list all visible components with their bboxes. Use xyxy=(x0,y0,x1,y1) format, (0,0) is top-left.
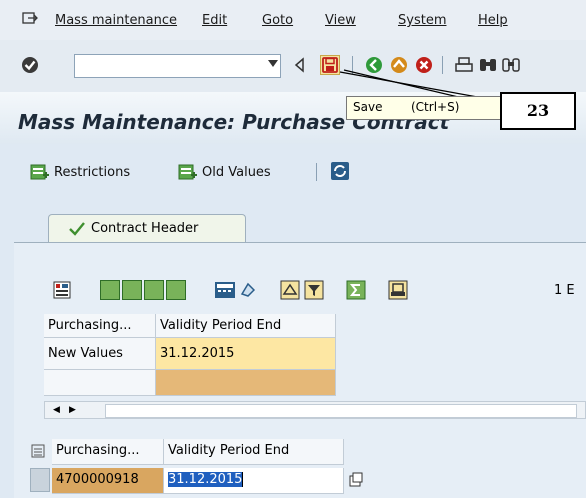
copy-icon[interactable] xyxy=(166,280,186,300)
table2-doc-cell[interactable]: 4700000918 xyxy=(52,468,164,494)
sum-icon[interactable] xyxy=(346,280,366,300)
restrictions-button[interactable]: Restrictions xyxy=(30,162,130,182)
toolbar-separator xyxy=(316,163,317,181)
collapse-arrow-icon[interactable] xyxy=(290,55,310,75)
menu-view[interactable]: View xyxy=(325,13,356,28)
menu-edit[interactable]: Edit xyxy=(202,13,227,28)
command-input[interactable] xyxy=(75,55,263,75)
deselect-all-icon[interactable] xyxy=(122,280,142,300)
horizontal-scrollbar[interactable]: ◀ ▶ xyxy=(44,401,586,419)
scroll-left-icon[interactable]: ◀ xyxy=(53,405,60,415)
callout-number: 23 xyxy=(500,92,576,130)
restrictions-label: Restrictions xyxy=(54,164,131,180)
tab-contract-header[interactable]: Contract Header xyxy=(48,214,246,242)
table1-header-validity[interactable]: Validity Period End xyxy=(156,314,336,338)
row-selector[interactable] xyxy=(30,468,50,492)
scroll-thumb[interactable] xyxy=(105,404,577,418)
table1-row-label: New Values xyxy=(44,338,156,370)
old-values-label: Old Values xyxy=(202,164,271,180)
table-settings-icon[interactable] xyxy=(30,443,48,461)
old-values-icon xyxy=(178,164,197,180)
tab-label: Contract Header xyxy=(91,221,199,236)
scroll-right-icon[interactable]: ▶ xyxy=(69,405,76,415)
table2-header-validity[interactable]: Validity Period End xyxy=(164,439,344,465)
menu-help-label: Help xyxy=(478,13,508,28)
old-values-button[interactable]: Old Values xyxy=(178,162,271,182)
select-block-icon[interactable] xyxy=(144,280,164,300)
menu-mass-maintenance-label: Mass maintenance xyxy=(55,13,178,28)
enter-check-icon[interactable] xyxy=(20,55,40,75)
menu-view-label: View xyxy=(325,13,356,28)
chevron-down-icon[interactable] xyxy=(268,60,278,67)
menu-mass-maintenance[interactable]: Mass maintenance xyxy=(55,13,177,28)
check-icon xyxy=(69,221,85,236)
menu-system-label: System xyxy=(398,13,447,28)
clear-icon[interactable] xyxy=(238,280,258,300)
table1-row-label xyxy=(44,370,156,396)
sort-ascending-icon[interactable] xyxy=(280,280,300,300)
tooltip-shortcut: (Ctrl+S) xyxy=(411,100,460,114)
menu-goto-label: Goto xyxy=(262,13,294,28)
entries-count: 1 E xyxy=(554,283,575,298)
text-cursor xyxy=(242,472,244,487)
menu-exit-icon[interactable] xyxy=(22,12,38,26)
filter-icon[interactable] xyxy=(304,280,324,300)
table2-value-cell[interactable]: 31.12.2015 xyxy=(164,468,344,494)
menu-goto[interactable]: Goto xyxy=(262,13,293,28)
menu-edit-label: Edit xyxy=(202,13,228,28)
details-icon[interactable] xyxy=(52,280,72,300)
table1-header-purchasing[interactable]: Purchasing... xyxy=(44,314,156,338)
command-field[interactable] xyxy=(74,54,281,78)
refresh-icon[interactable] xyxy=(330,161,350,181)
menu-help[interactable]: Help xyxy=(478,13,508,28)
table2-value-text: 31.12.2015 xyxy=(168,472,243,487)
table2-header-purchasing[interactable]: Purchasing... xyxy=(52,439,164,465)
restrictions-icon xyxy=(30,164,49,180)
table1-value-cell[interactable] xyxy=(156,370,336,396)
menu-system[interactable]: System xyxy=(398,13,446,28)
tooltip-text: Save xyxy=(353,100,383,114)
calculator-icon[interactable] xyxy=(214,280,236,300)
table1-new-value-cell[interactable]: 31.12.2015 xyxy=(156,338,336,370)
copy-value-icon[interactable] xyxy=(348,472,364,488)
select-all-icon[interactable] xyxy=(100,280,120,300)
print-list-icon[interactable] xyxy=(388,280,408,300)
